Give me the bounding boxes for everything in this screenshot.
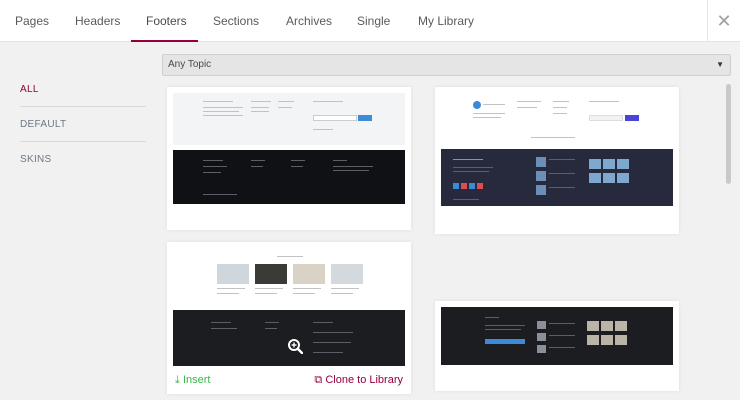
template-preview-dark [173, 310, 405, 366]
zoom-icon[interactable] [287, 338, 303, 354]
tab-single[interactable]: Single [357, 0, 390, 42]
sidebar-item-all[interactable]: ALL [20, 72, 146, 107]
template-card[interactable]: ⤓ Insert ⧉ Clone to Library [167, 242, 411, 394]
insert-button[interactable]: ⤓ Insert [175, 374, 210, 387]
topic-select-value: Any Topic [168, 59, 212, 70]
sidebar-item-skins[interactable]: SKINS [20, 142, 146, 177]
template-preview [173, 93, 405, 145]
insert-label: Insert [182, 374, 211, 386]
template-tabs: Pages Headers Footers Sections Archives … [0, 0, 740, 42]
template-card[interactable] [435, 301, 679, 391]
template-preview [441, 93, 673, 149]
topic-select[interactable]: Any Topic ▼ [162, 54, 731, 76]
clone-label: Clone to Library [325, 374, 403, 386]
download-icon: ⤓ [175, 374, 180, 386]
sidebar-item-default[interactable]: DEFAULT [20, 107, 146, 142]
tab-my-library[interactable]: My Library [418, 0, 474, 42]
tab-sections[interactable]: Sections [213, 0, 259, 42]
template-preview-dark [173, 150, 405, 204]
template-preview-dark [441, 307, 673, 365]
copy-icon: ⧉ [314, 374, 323, 386]
tab-footers[interactable]: Footers [131, 0, 198, 42]
template-preview-dark [441, 149, 673, 206]
tab-headers[interactable]: Headers [75, 0, 120, 42]
close-button[interactable]: ✕ [707, 0, 740, 42]
card-actions: ⤓ Insert ⧉ Clone to Library [167, 368, 411, 394]
caret-down-icon: ▼ [716, 60, 724, 69]
scrollbar-thumb[interactable] [726, 84, 731, 184]
template-card[interactable] [167, 87, 411, 230]
tab-archives[interactable]: Archives [286, 0, 332, 42]
template-card[interactable] [435, 87, 679, 234]
close-icon: ✕ [716, 10, 732, 31]
category-sidebar: ALL DEFAULT SKINS [20, 72, 146, 177]
template-preview [173, 248, 405, 304]
clone-to-library-button[interactable]: ⧉ Clone to Library [314, 374, 403, 387]
tab-pages[interactable]: Pages [15, 0, 49, 42]
